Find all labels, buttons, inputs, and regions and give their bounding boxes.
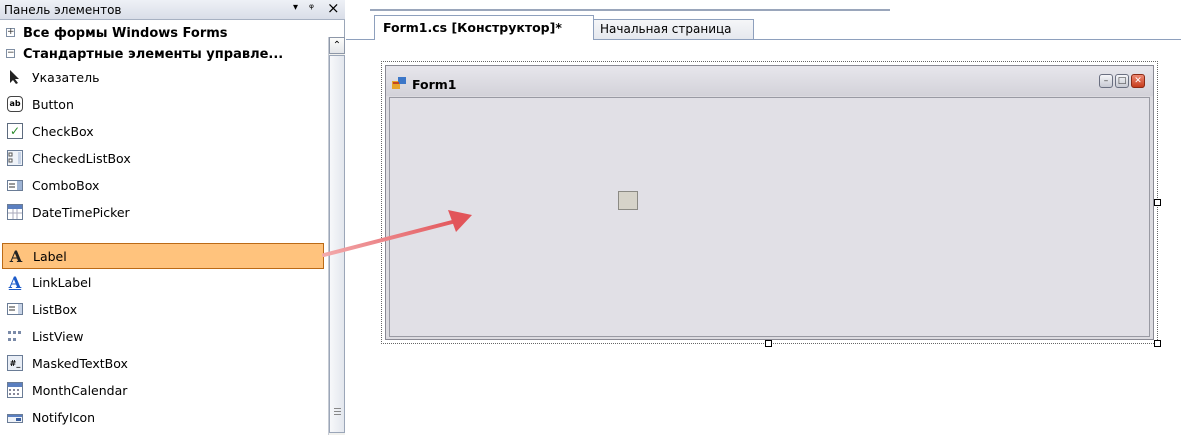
- datetimepicker-icon: [7, 204, 23, 220]
- listbox-icon: [7, 301, 23, 317]
- expand-icon[interactable]: +: [6, 28, 15, 37]
- drag-arrow-icon: [322, 210, 472, 257]
- form1-window[interactable]: Form1 – □ ✕: [385, 65, 1154, 340]
- toolbox-item-label: ListView: [32, 329, 84, 344]
- toolbox-item-listview[interactable]: ListView: [0, 323, 328, 349]
- toolbox-item-label: NotifyIcon: [32, 410, 96, 425]
- listview-icon: [7, 328, 23, 344]
- grip-line: [334, 411, 341, 412]
- resize-handle-corner[interactable]: [1154, 340, 1161, 347]
- toolbox-item-label-selected[interactable]: A Label: [2, 243, 324, 269]
- tab-top-line: [370, 9, 890, 11]
- toolbox-item-notifyicon[interactable]: NotifyIcon: [0, 404, 328, 430]
- maskedtextbox-icon: #_: [7, 355, 23, 371]
- drop-placeholder: [618, 191, 638, 210]
- toolbox-item-label: CheckedListBox: [32, 151, 131, 166]
- linklabel-icon: A: [8, 272, 22, 292]
- category-label: Все формы Windows Forms: [23, 26, 228, 41]
- minimize-button[interactable]: –: [1099, 74, 1113, 88]
- pin-icon[interactable]: ᵠ: [309, 1, 314, 15]
- toolbox-item-label: Button: [32, 97, 74, 112]
- toolbox-item-listbox[interactable]: ListBox: [0, 296, 328, 322]
- monthcalendar-icon: [7, 382, 23, 398]
- form-icon: [392, 77, 406, 89]
- toolbox-item-maskedtextbox[interactable]: #_ MaskedTextBox: [0, 350, 328, 376]
- maximize-button[interactable]: □: [1115, 74, 1129, 88]
- toolbox-item-checkbox[interactable]: ✓ CheckBox: [0, 118, 328, 144]
- form-titlebar: Form1 – □ ✕: [386, 66, 1153, 96]
- toolbox-item-label: Указатель: [32, 70, 100, 85]
- toolbox-item-linklabel[interactable]: A LinkLabel: [0, 269, 328, 295]
- toolbox-list: + Все формы Windows Forms − Стандартные …: [0, 20, 328, 435]
- toolbox-item-datetimepicker[interactable]: DateTimePicker: [0, 199, 328, 225]
- pointer-icon: [7, 69, 23, 85]
- close-button[interactable]: ✕: [1131, 74, 1145, 88]
- resize-handle-bottom[interactable]: [765, 340, 772, 347]
- checkbox-icon: ✓: [7, 123, 23, 139]
- category-label: Стандартные элементы управле...: [23, 47, 284, 62]
- toolbox-item-combobox[interactable]: ComboBox: [0, 172, 328, 198]
- toolbox-item-button[interactable]: ab Button: [0, 91, 328, 117]
- grip-line: [334, 414, 341, 415]
- label-icon: A: [9, 246, 23, 266]
- toolbox-item-label: LinkLabel: [32, 275, 92, 290]
- toolbox-item-monthcalendar[interactable]: MonthCalendar: [0, 377, 328, 403]
- combobox-icon: [7, 177, 23, 193]
- button-icon: ab: [7, 96, 23, 112]
- resize-handle-right[interactable]: [1154, 199, 1161, 206]
- checkedlistbox-icon: [7, 150, 23, 166]
- grip-line: [334, 408, 341, 409]
- form-title: Form1: [412, 77, 457, 92]
- toolbox-item-checkedlistbox[interactable]: CheckedListBox: [0, 145, 328, 171]
- notifyicon-icon: [7, 409, 23, 425]
- toolbox-item-label: ComboBox: [32, 178, 100, 193]
- scroll-up-button[interactable]: ⌃: [329, 37, 345, 54]
- toolbox-panel: Панель элементов ▾ ᵠ × + Все формы Windo…: [0, 0, 345, 435]
- document-tabs: Начальная страница Form1.cs [Конструктор…: [346, 0, 1181, 40]
- toolbox-item-label: Label: [33, 249, 67, 264]
- toolbox-item-label: DateTimePicker: [32, 205, 130, 220]
- tab-start-page[interactable]: Начальная страница: [589, 19, 754, 39]
- form-client-area[interactable]: [389, 97, 1150, 337]
- toolbox-item-label: CheckBox: [32, 124, 94, 139]
- toolbox-item-label: ListBox: [32, 302, 78, 317]
- collapse-icon[interactable]: −: [6, 49, 15, 58]
- tab-form1-designer[interactable]: Form1.cs [Конструктор]*: [374, 15, 594, 40]
- toolbox-header: Панель элементов ▾ ᵠ ×: [0, 0, 345, 20]
- toolbox-item-label: MaskedTextBox: [32, 356, 128, 371]
- close-icon[interactable]: ×: [327, 0, 340, 17]
- toolbox-title: Панель элементов: [4, 3, 122, 17]
- toolbox-item-label: MonthCalendar: [32, 383, 128, 398]
- toolbox-item-pointer[interactable]: Указатель: [0, 64, 328, 90]
- toolbox-dropdown-icon[interactable]: ▾: [293, 2, 298, 13]
